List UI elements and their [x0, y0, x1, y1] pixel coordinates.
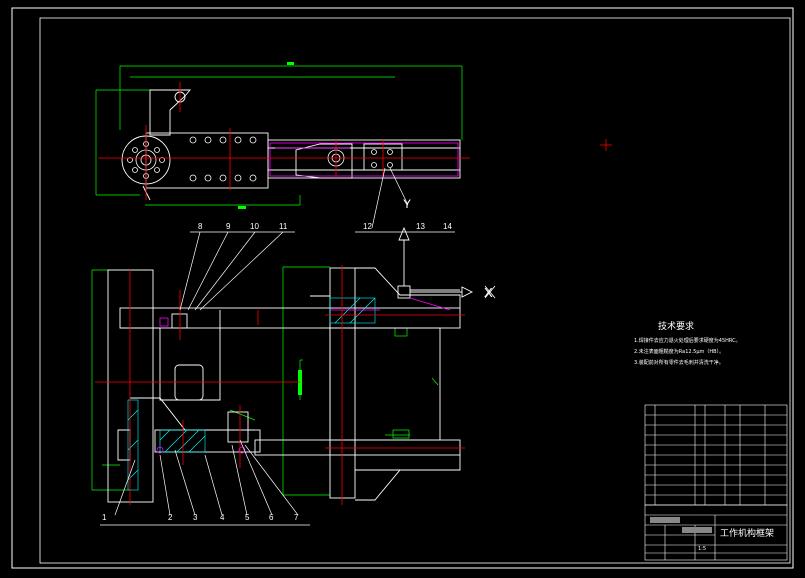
inner-frame [39, 17, 791, 564]
part-label-5: 5 [245, 513, 250, 522]
part-label-6: 6 [269, 513, 274, 522]
part-label-13: 13 [416, 222, 425, 231]
part-label-1: 1 [102, 513, 107, 522]
part-label-10: 10 [250, 222, 259, 231]
tech-req-line-3: 3.装配前对所有零件去毛刺并清洗干净。 [634, 359, 724, 366]
cad-drawing: 8 9 10 11 12 13 14 1 2 3 4 5 6 7 X Y 技术要… [11, 7, 794, 569]
part-label-4: 4 [220, 513, 225, 522]
drawing-scale: 1:5 [698, 546, 706, 552]
front-view [91, 226, 496, 526]
part-labels: 8 9 10 11 12 13 14 1 2 3 4 5 6 7 X Y [102, 197, 493, 522]
part-label-7: 7 [294, 513, 299, 522]
technical-requirements: 技术要求 1.焊接件去应力退火处理后要求硬度为45HRC。 2.未注表面粗糙度为… [634, 320, 741, 366]
view-mark-y: Y [403, 197, 411, 211]
part-label-8: 8 [198, 222, 203, 231]
drawing-title: 工作机构框架 [720, 527, 774, 539]
part-label-2: 2 [168, 513, 173, 522]
part-label-9: 9 [226, 222, 231, 231]
outer-frame [11, 7, 794, 569]
parts-list [644, 404, 788, 506]
part-label-14: 14 [443, 222, 452, 231]
tech-req-line-1: 1.焊接件去应力退火处理后要求硬度为45HRC。 [634, 337, 741, 344]
part-label-12: 12 [363, 222, 372, 231]
tech-req-line-2: 2.未注表面粗糙度为Ra12.5μm（HB）。 [634, 348, 724, 355]
view-mark-x: X [484, 285, 493, 300]
part-label-3: 3 [193, 513, 198, 522]
part-label-11: 11 [279, 222, 288, 231]
tech-req-title: 技术要求 [658, 320, 694, 332]
top-view [95, 62, 612, 229]
title-block: 工作机构框架 1:5 [644, 504, 788, 561]
